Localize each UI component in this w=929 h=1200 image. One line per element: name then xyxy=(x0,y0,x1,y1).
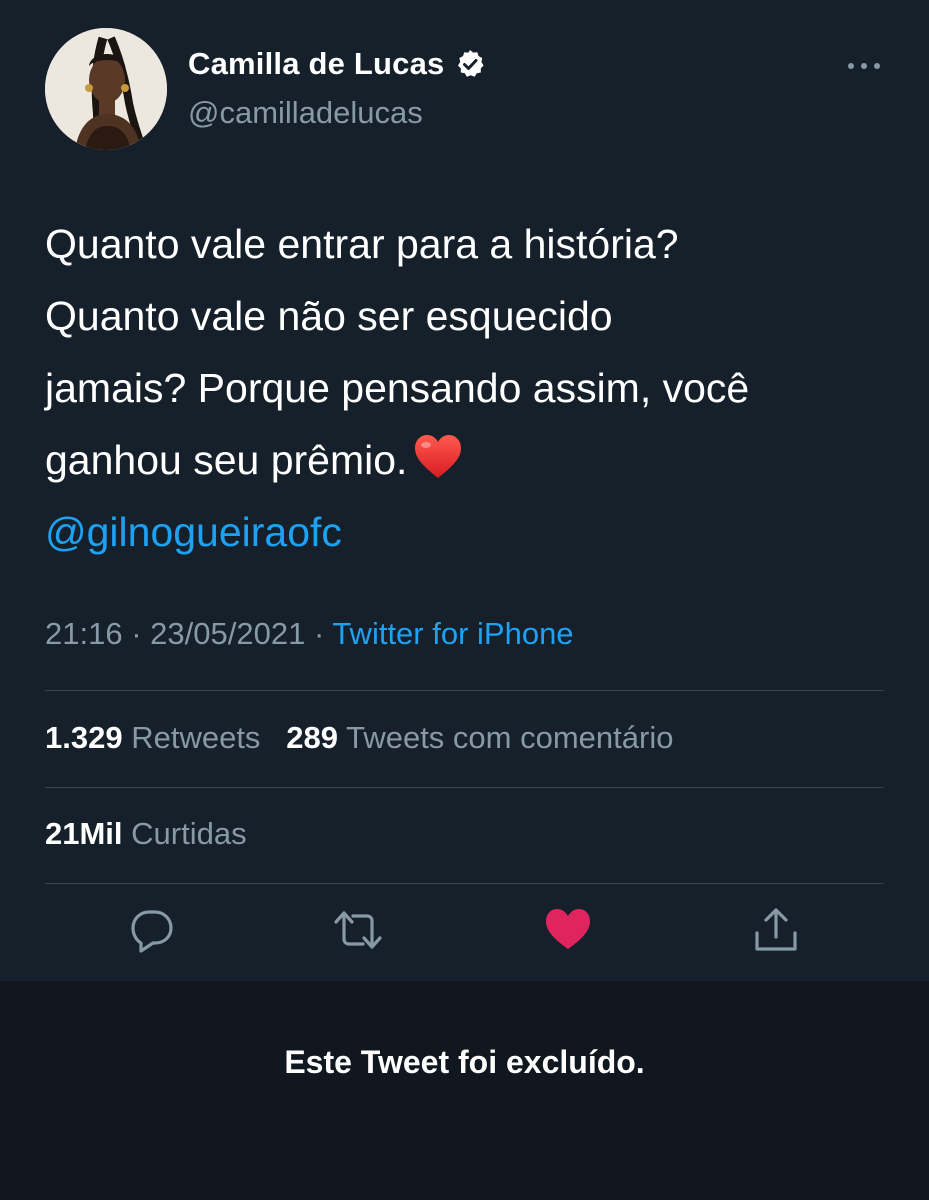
likes-label: Curtidas xyxy=(131,816,247,851)
quote-tweets-count: 289 xyxy=(286,720,339,755)
deleted-tweet-text: Este Tweet foi excluído. xyxy=(284,1044,645,1080)
tweet-text-line: jamais? Porque pensando assim, você xyxy=(45,365,750,411)
meta-separator: · xyxy=(313,616,325,651)
quote-tweets-label: Tweets com comentário xyxy=(346,720,674,755)
likes-count: 21Mil xyxy=(45,816,123,851)
deleted-tweet-notice xyxy=(0,981,929,1200)
reply-icon[interactable] xyxy=(127,905,177,955)
red-heart-icon xyxy=(415,435,462,478)
mention-link[interactable]: @gilnogueiraofc xyxy=(45,496,895,568)
tweet-meta: 21:16 · 23/05/2021 · Twitter for iPhone xyxy=(45,616,574,652)
retweets-count: 1.329 xyxy=(45,720,123,755)
retweet-stats: 1.329 Retweets 289 Tweets com comentário xyxy=(45,720,673,756)
retweets-label: Retweets xyxy=(131,720,261,755)
like-icon[interactable] xyxy=(543,905,593,955)
tweet-text: Quanto vale entrar para a história? Quan… xyxy=(45,208,895,568)
tweet-text-line: ganhou seu prêmio. xyxy=(45,437,408,483)
retweet-icon[interactable] xyxy=(333,905,383,955)
author-name-text: Camilla de Lucas xyxy=(188,46,445,81)
tweet-card: Camilla de Lucas @camilladelucas Quanto … xyxy=(0,0,929,981)
author-handle[interactable]: @camilladelucas xyxy=(188,95,423,131)
share-icon[interactable] xyxy=(751,905,801,955)
divider xyxy=(45,787,884,788)
verified-badge-icon xyxy=(458,50,485,77)
tweet-time[interactable]: 21:16 xyxy=(45,616,123,651)
divider xyxy=(45,883,884,884)
tweet-text-line: Quanto vale entrar para a história? xyxy=(45,221,679,267)
tweet-date[interactable]: 23/05/2021 xyxy=(150,616,305,651)
tweet-source-link[interactable]: Twitter for iPhone xyxy=(332,616,573,651)
quote-tweets-link[interactable]: 289 Tweets com comentário xyxy=(286,720,673,755)
author-display-name[interactable]: Camilla de Lucas xyxy=(188,46,486,82)
likes-stats: 21Mil Curtidas xyxy=(45,816,247,852)
more-options-icon[interactable] xyxy=(844,56,884,76)
retweets-link[interactable]: 1.329 Retweets xyxy=(45,720,269,755)
meta-separator: · xyxy=(131,616,142,651)
avatar[interactable] xyxy=(45,28,167,150)
action-bar xyxy=(0,905,929,965)
avatar-image xyxy=(45,28,167,150)
likes-link[interactable]: 21Mil Curtidas xyxy=(45,816,247,851)
tweet-text-line: Quanto vale não ser esquecido xyxy=(45,293,613,339)
tweet-text-line-with-emoji: ganhou seu prêmio. xyxy=(45,424,895,496)
divider xyxy=(45,690,884,691)
